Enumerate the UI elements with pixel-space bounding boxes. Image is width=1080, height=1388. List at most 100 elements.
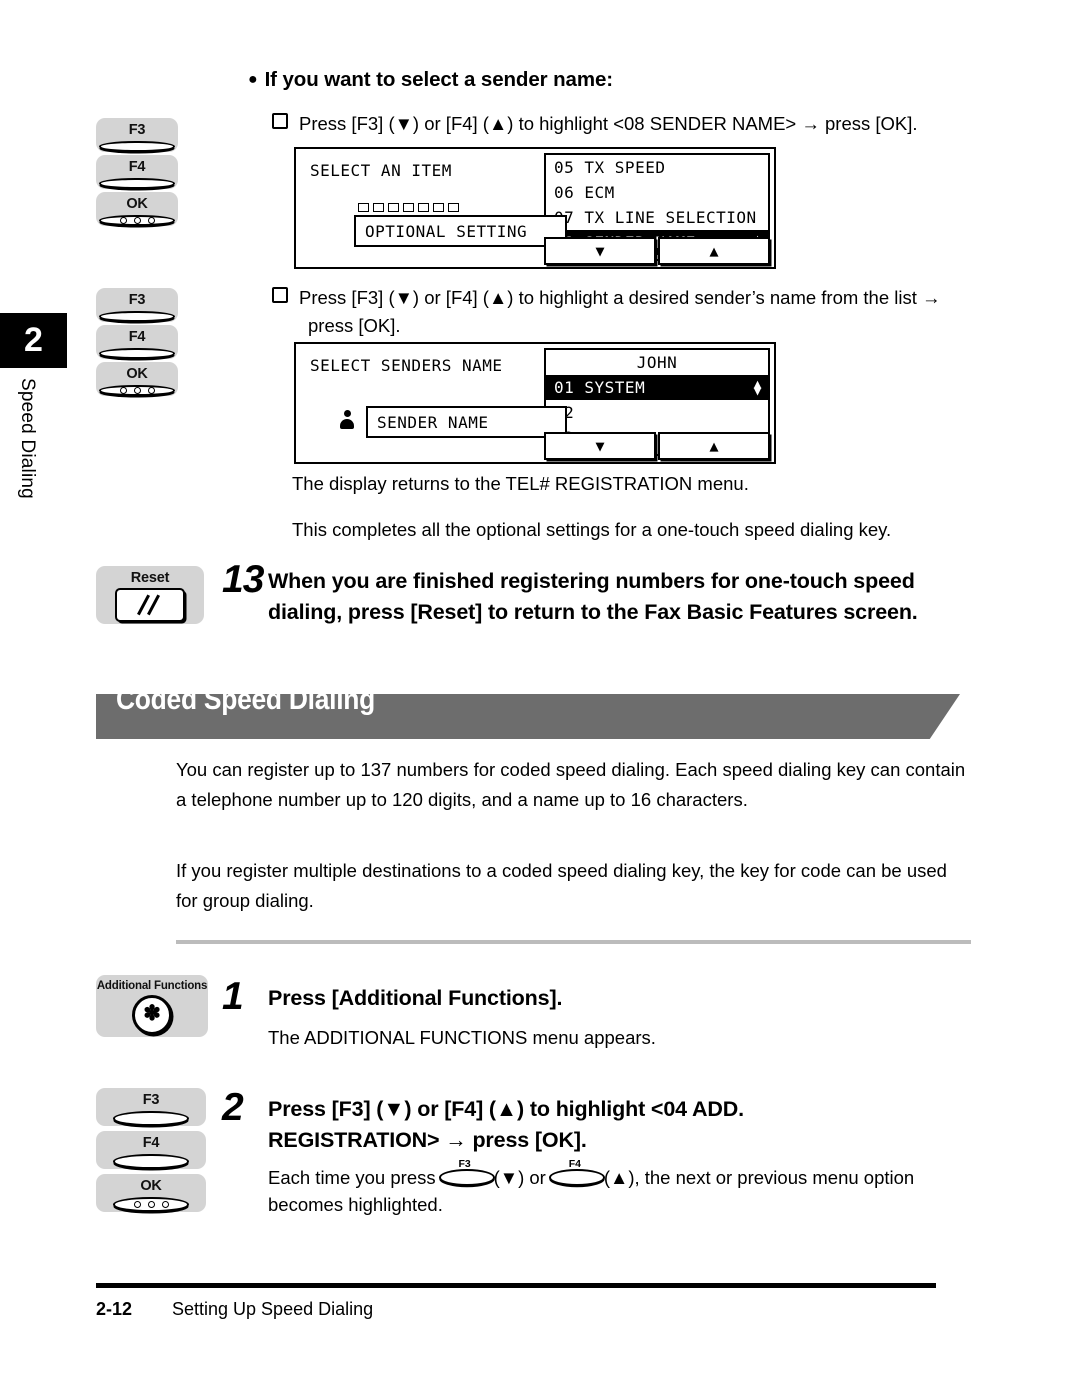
intro-paragraph-1: You can register up to 137 numbers for c… [176, 759, 966, 810]
key-ok-b[interactable]: OK [96, 362, 178, 396]
key-f4-a-label: F4 [128, 159, 146, 175]
footer-rule [96, 1283, 936, 1288]
list-item-label: 01 SYSTEM [554, 378, 646, 397]
key-ok-a[interactable]: OK [96, 192, 178, 226]
substep-sender-name: Press [F3] (▼) or [F4] (▲) to highlight … [272, 110, 972, 138]
list-item[interactable]: 05 TX SPEED [546, 155, 768, 180]
lcd1-softkey-down-glyph: ▼ [595, 242, 605, 260]
lcd1-field-optional-setting: OPTIONAL SETTING [354, 215, 567, 247]
substep-select-sender: Press [F3] (▼) or [F4] (▲) to highlight … [272, 284, 982, 340]
lcd1-softkey-up[interactable]: ▲ [658, 237, 770, 265]
key-oval-dots-icon [99, 384, 175, 396]
additional-functions-icon: ✽ [132, 994, 172, 1035]
list-item[interactable]: 07 TX LINE SELECTION [546, 205, 768, 230]
lcd-screen-select-item: SELECT AN ITEM OPTIONAL SETTING 05 TX SP… [294, 147, 776, 269]
substep-select-sender-text: Press [F3] (▼) or [F4] (▲) to highlight … [299, 287, 941, 308]
step-2-note: Each time you press F3 (▼) or F4 (▲), the ne… [268, 1159, 968, 1218]
reset-slash-icon [115, 587, 185, 622]
lcd2-field-label: SENDER NAME [377, 412, 489, 432]
key-f4-c[interactable]: F4 [96, 1131, 206, 1169]
lcd2-softkey-down[interactable]: ▼ [544, 432, 656, 460]
lcd2-field-sender-name: SENDER NAME [366, 406, 567, 438]
bullet-dot: ● [248, 71, 258, 88]
key-f4-a[interactable]: F4 [96, 155, 178, 189]
key-ok-c-label: OK [140, 1178, 162, 1194]
key-oval-icon [99, 310, 175, 322]
key-additional-functions[interactable]: Additional Functions ✽ [96, 975, 208, 1037]
key-reset-label: Reset [130, 570, 170, 586]
substep-sender-name-text: Press [F3] (▼) or [F4] (▲) to highlight … [299, 113, 918, 134]
key-f3-c-label: F3 [142, 1092, 160, 1108]
lcd2-softkey-up-glyph: ▲ [709, 437, 719, 455]
key-oval-icon [113, 1153, 189, 1169]
banner-title-text: Coded Speed Dialing [116, 682, 376, 716]
key-ok-c[interactable]: OK [96, 1174, 206, 1212]
checkbox-icon [272, 113, 288, 129]
key-oval-icon [113, 1110, 189, 1126]
intro-paragraph-2: If you register multiple destinations to… [176, 860, 947, 911]
step-2-text-line2: REGISTRATION> → press [OK]. [268, 1128, 587, 1152]
note-display-returns: The display returns to the TEL# REGISTRA… [292, 473, 749, 494]
key-f3-c[interactable]: F3 [96, 1088, 206, 1126]
key-f3-b-label: F3 [128, 292, 146, 308]
footer-section-title: Setting Up Speed Dialing [172, 1299, 374, 1319]
key-oval-icon [99, 140, 175, 152]
key-f4-b[interactable]: F4 [96, 325, 178, 359]
step-13-text: When you are finished registering number… [268, 569, 918, 624]
inline-key-f3: F3 [438, 1159, 495, 1186]
key-oval-icon [438, 1169, 495, 1186]
section-banner: Coded Speed Dialing [96, 683, 960, 739]
af-glyph: ✽ [143, 1002, 161, 1025]
sender-section-heading-text: If you want to select a sender name: [264, 68, 614, 91]
step-1-number: 1 [222, 975, 244, 1018]
manual-page: 2 Speed Dialing ● If you want to select a… [0, 0, 1080, 1388]
chapter-label: Speed Dialing [17, 378, 38, 499]
lcd1-header: SELECT AN ITEM [310, 161, 452, 180]
step-1-text: Press [Additional Functions]. [268, 986, 563, 1010]
person-icon [340, 410, 354, 429]
lcd1-dash-row [358, 203, 459, 212]
step-2-note-b: (▼) or [493, 1167, 546, 1188]
lcd2-header: SELECT SENDERS NAME [310, 356, 503, 375]
lcd2-softkey-down-glyph: ▼ [595, 437, 605, 455]
key-oval-dots-icon [99, 214, 175, 226]
checkbox-icon [272, 287, 288, 303]
footer-page-number: 2-12 [96, 1299, 133, 1319]
banner-title: Coded Speed Dialing [116, 683, 410, 734]
key-oval-icon [99, 347, 175, 359]
note-completes-settings: This completes all the optional settings… [292, 519, 892, 540]
key-f3-a-label: F3 [128, 122, 146, 138]
divider-gray [176, 940, 971, 944]
key-f4-c-label: F4 [142, 1135, 160, 1151]
step-2-number: 2 [222, 1086, 244, 1129]
key-reset[interactable]: Reset [96, 566, 204, 624]
step-2-text: Press [F3] (▼) or [F4] (▲) to highlight … [268, 1094, 948, 1156]
key-ok-a-label: OK [126, 196, 148, 212]
inline-key-f4-label: F4 [568, 1158, 581, 1170]
chapter-number: 2 [24, 321, 43, 359]
scroll-updown-icon: ▲▼ [753, 376, 762, 399]
key-f4-b-label: F4 [128, 329, 146, 345]
sender-section-heading: ● If you want to select a sender name: [248, 68, 613, 92]
step-1-note: The ADDITIONAL FUNCTIONS menu appears. [268, 1027, 656, 1048]
lcd1-softkey-down[interactable]: ▼ [544, 237, 656, 265]
lcd1-field-label: OPTIONAL SETTING [365, 221, 528, 241]
key-oval-icon [548, 1169, 605, 1186]
step-2-note-a: Each time you press [268, 1167, 436, 1188]
list-item-selected[interactable]: 01 SYSTEM ▲ ▼ [546, 375, 768, 400]
step-13-number: 13 [222, 558, 264, 601]
lcd2-list-title: JOHN [636, 353, 678, 372]
lcd2-softkey-up[interactable]: ▲ [658, 432, 770, 460]
list-item[interactable]: 02 [546, 400, 768, 425]
key-f3-b[interactable]: F3 [96, 288, 178, 322]
list-item[interactable]: 06 ECM [546, 180, 768, 205]
key-additional-functions-label: Additional Functions [96, 980, 208, 992]
step-2-text-line1: Press [F3] (▼) or [F4] (▲) to highlight … [268, 1097, 744, 1121]
lcd1-softkey-up-glyph: ▲ [709, 242, 719, 260]
key-oval-dots-icon [113, 1196, 189, 1212]
inline-key-f4: F4 [548, 1159, 605, 1186]
step-2-note-c: (▲), the next or previous menu option [603, 1167, 915, 1188]
key-f3-a[interactable]: F3 [96, 118, 178, 152]
substep-select-sender-text2: press [OK]. [308, 315, 401, 336]
lcd-screen-select-sender: SELECT SENDERS NAME SENDER NAME JOHN 01 … [294, 342, 776, 464]
